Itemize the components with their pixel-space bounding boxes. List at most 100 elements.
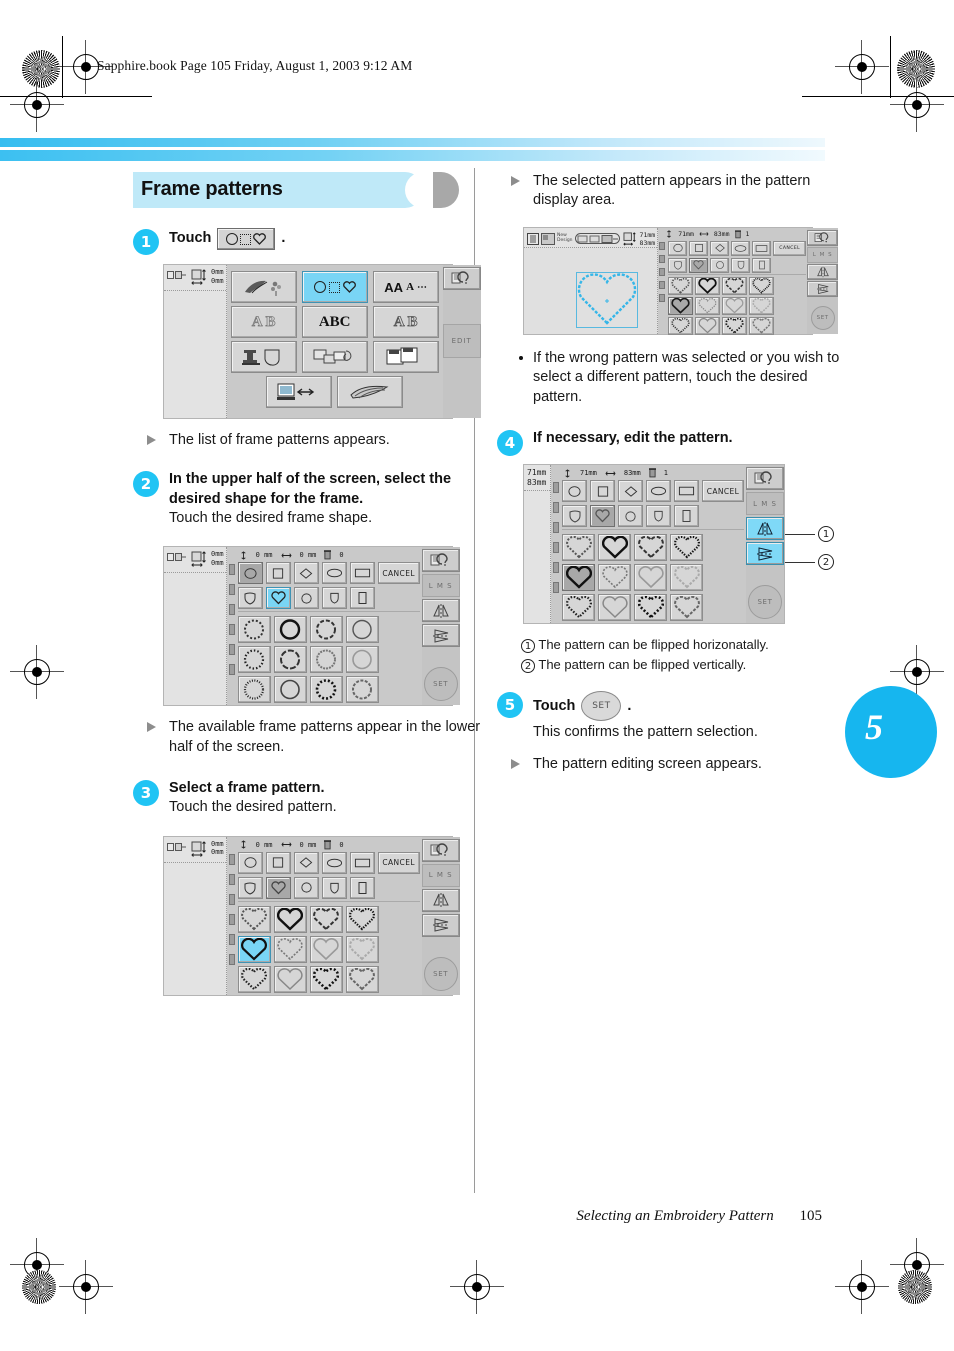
- shape-rectangle[interactable]: [349, 562, 375, 585]
- flip-horizontal-button[interactable]: [421, 599, 460, 623]
- pattern-tile[interactable]: [273, 616, 307, 644]
- scroll-tab[interactable]: [659, 293, 666, 302]
- pattern-tile[interactable]: [598, 594, 631, 622]
- pattern-tile[interactable]: [273, 905, 307, 933]
- category-card-patterns[interactable]: [301, 341, 368, 373]
- pattern-tile[interactable]: [668, 276, 694, 295]
- pattern-tile[interactable]: [345, 935, 379, 963]
- pattern-tile[interactable]: [237, 646, 271, 674]
- pattern-tile[interactable]: [345, 616, 379, 644]
- scroll-tab[interactable]: [228, 584, 235, 596]
- size-lms-button[interactable]: L M S: [746, 492, 784, 516]
- shape-circle[interactable]: [237, 851, 263, 874]
- shape-circle[interactable]: [562, 480, 587, 503]
- scroll-tab[interactable]: [553, 502, 559, 514]
- scroll-tab[interactable]: [553, 562, 559, 574]
- pattern-tile[interactable]: [722, 316, 748, 335]
- pattern-tile[interactable]: [309, 965, 343, 993]
- shape-crest[interactable]: [646, 505, 671, 528]
- scroll-tab[interactable]: [659, 241, 666, 250]
- shape-oval[interactable]: [321, 562, 347, 585]
- flip-horizontal-button[interactable]: [746, 517, 784, 541]
- set-button[interactable]: SET: [423, 956, 458, 991]
- shape-heart[interactable]: [265, 876, 291, 899]
- set-button-inline[interactable]: SET: [581, 691, 622, 722]
- edit-button[interactable]: EDIT: [442, 324, 481, 358]
- pattern-tile[interactable]: [345, 905, 379, 933]
- pattern-tile[interactable]: [237, 965, 271, 993]
- pattern-tile[interactable]: [273, 965, 307, 993]
- pattern-tile[interactable]: [634, 594, 667, 622]
- shape-diamond[interactable]: [293, 562, 319, 585]
- shape-heart[interactable]: [689, 257, 709, 273]
- flip-vertical-button[interactable]: [807, 280, 839, 297]
- size-lms-button[interactable]: L M S: [421, 574, 460, 598]
- shape-rectangle[interactable]: [674, 480, 699, 503]
- shape-diamond[interactable]: [710, 240, 730, 256]
- shape-small-circle[interactable]: [293, 587, 319, 610]
- shape-shield[interactable]: [237, 876, 263, 899]
- shape-vertical-bar[interactable]: [752, 257, 772, 273]
- shape-circle[interactable]: [237, 562, 263, 585]
- set-button[interactable]: SET: [810, 305, 835, 330]
- manual-help-button[interactable]: [442, 267, 481, 290]
- shape-vertical-bar[interactable]: [349, 876, 375, 899]
- pattern-tile-selected[interactable]: [237, 935, 271, 963]
- scroll-tab[interactable]: [228, 953, 235, 965]
- pattern-tile[interactable]: [237, 616, 271, 644]
- pattern-tile[interactable]: [722, 276, 748, 295]
- category-ribbon-patterns[interactable]: [337, 376, 404, 408]
- scroll-tab[interactable]: [228, 564, 235, 576]
- size-lms-button[interactable]: L M S: [421, 863, 460, 887]
- category-script-abc[interactable]: ABC: [301, 306, 368, 338]
- pattern-tile[interactable]: [273, 646, 307, 674]
- category-quilting-patterns[interactable]: [230, 341, 297, 373]
- cancel-button[interactable]: CANCEL: [773, 240, 807, 256]
- shape-square[interactable]: [590, 480, 615, 503]
- pattern-tile[interactable]: [345, 965, 379, 993]
- cancel-button[interactable]: CANCEL: [702, 480, 744, 503]
- shape-rectangle[interactable]: [349, 851, 375, 874]
- pattern-tile[interactable]: [670, 534, 703, 562]
- scroll-tab[interactable]: [228, 853, 235, 865]
- pattern-tile[interactable]: [598, 534, 631, 562]
- manual-help-button[interactable]: [746, 467, 784, 491]
- flip-vertical-button[interactable]: [421, 913, 460, 937]
- manual-help-button[interactable]: [421, 549, 460, 573]
- scroll-tab[interactable]: [228, 624, 235, 636]
- pattern-tile[interactable]: [309, 646, 343, 674]
- shape-small-circle[interactable]: [618, 505, 643, 528]
- pattern-tile[interactable]: [237, 905, 271, 933]
- scroll-tab[interactable]: [553, 542, 559, 554]
- scroll-tab[interactable]: [659, 267, 666, 276]
- shape-crest[interactable]: [321, 587, 347, 610]
- shape-diamond[interactable]: [293, 851, 319, 874]
- shape-crest[interactable]: [321, 876, 347, 899]
- pattern-tile[interactable]: [634, 564, 667, 592]
- pattern-tile[interactable]: [722, 296, 748, 315]
- pattern-tile[interactable]: [670, 594, 703, 622]
- category-outline-ab[interactable]: A B: [372, 306, 439, 338]
- pattern-tile-selected[interactable]: [668, 296, 694, 315]
- pattern-tile[interactable]: [695, 296, 721, 315]
- pattern-tile[interactable]: [273, 676, 307, 704]
- flip-horizontal-button[interactable]: [421, 888, 460, 912]
- flip-horizontal-button[interactable]: [807, 263, 839, 280]
- pattern-tile[interactable]: [273, 935, 307, 963]
- scroll-tab[interactable]: [228, 873, 235, 885]
- scroll-tab[interactable]: [659, 280, 666, 289]
- pattern-tile[interactable]: [634, 534, 667, 562]
- scroll-tab[interactable]: [228, 933, 235, 945]
- cancel-button[interactable]: CANCEL: [377, 851, 420, 874]
- shape-vertical-bar[interactable]: [349, 587, 375, 610]
- shape-oval[interactable]: [321, 851, 347, 874]
- shape-heart[interactable]: [265, 587, 291, 610]
- scroll-tab[interactable]: [553, 482, 559, 494]
- shape-square[interactable]: [265, 851, 291, 874]
- pattern-tile-selected[interactable]: [562, 564, 595, 592]
- shape-shield[interactable]: [668, 257, 688, 273]
- pattern-tile[interactable]: [309, 935, 343, 963]
- pattern-tile[interactable]: [749, 276, 775, 295]
- cancel-button[interactable]: CANCEL: [377, 562, 420, 585]
- pattern-tile[interactable]: [345, 646, 379, 674]
